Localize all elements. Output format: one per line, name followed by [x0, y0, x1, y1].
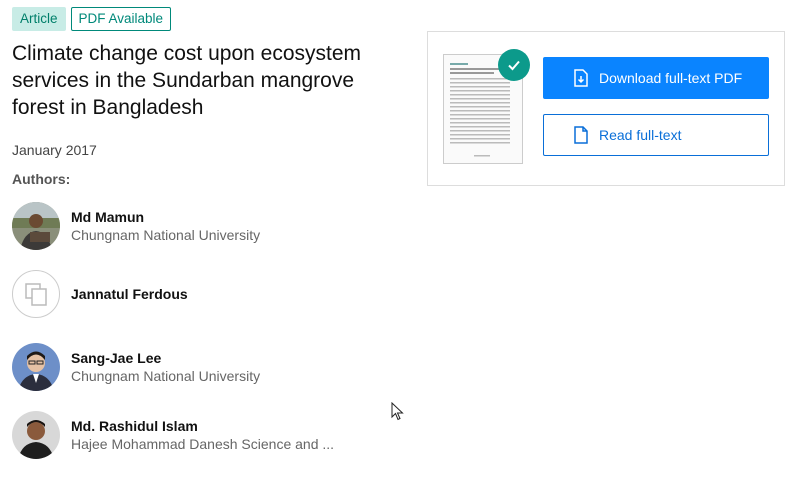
avatar[interactable]: [12, 343, 60, 391]
author-affiliation: Chungnam National University: [71, 368, 261, 384]
download-pdf-button[interactable]: Download full-text PDF: [543, 57, 769, 99]
avatar[interactable]: [12, 270, 60, 318]
read-full-text-label: Read full-text: [599, 127, 682, 143]
pdf-card: Download full-text PDF Read full-text: [427, 31, 785, 186]
author-name[interactable]: Md. Rashidul Islam: [71, 417, 341, 435]
author-item[interactable]: Md. Rashidul Islam Hajee Mohammad Danesh…: [12, 411, 341, 459]
article-badge: Article: [12, 7, 66, 31]
check-icon: [498, 49, 530, 81]
pdf-available-badge: PDF Available: [70, 7, 172, 31]
file-icon: [573, 126, 589, 144]
publication-date: January 2017: [12, 142, 97, 158]
author-affiliation: Chungnam National University: [71, 227, 261, 243]
avatar[interactable]: [12, 202, 60, 250]
mouse-cursor-icon: [391, 401, 405, 427]
file-download-icon: [573, 69, 589, 87]
author-name[interactable]: Sang-Jae Lee: [71, 349, 341, 367]
authors-heading: Authors:: [12, 171, 71, 187]
download-pdf-label: Download full-text PDF: [599, 70, 743, 86]
avatar[interactable]: [12, 411, 60, 459]
placeholder-avatar-icon: [25, 283, 47, 306]
author-affiliation: Hajee Mohammad Danesh Science and ...: [71, 436, 335, 452]
author-name[interactable]: Jannatul Ferdous: [71, 285, 188, 303]
author-name[interactable]: Md Mamun: [71, 208, 341, 226]
author-item[interactable]: Md Mamun Chungnam National University: [12, 202, 341, 250]
badge-group: Article PDF Available: [12, 7, 172, 31]
author-item[interactable]: Sang-Jae Lee Chungnam National Universit…: [12, 343, 341, 391]
author-item[interactable]: Jannatul Ferdous: [12, 270, 188, 318]
page-title: Climate change cost upon ecosystem servi…: [12, 42, 362, 119]
read-full-text-button[interactable]: Read full-text: [543, 114, 769, 156]
